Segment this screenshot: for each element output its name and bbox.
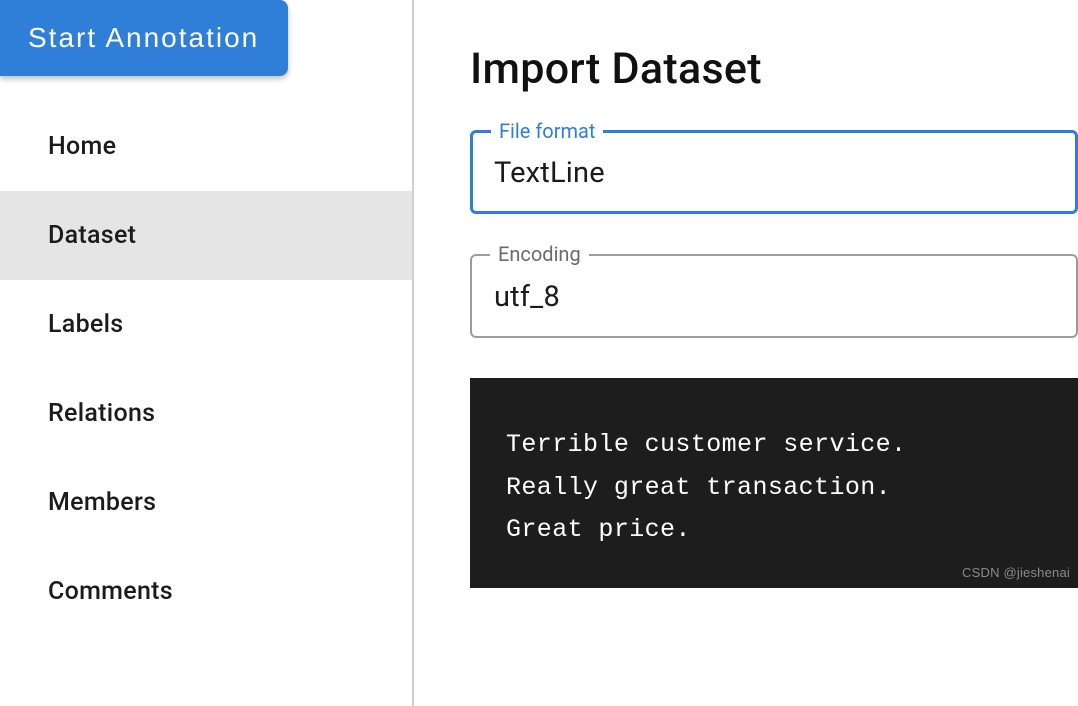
encoding-value: utf_8: [494, 280, 1054, 314]
nav-item-members[interactable]: Members: [0, 458, 412, 547]
nav-item-comments[interactable]: Comments: [0, 547, 412, 636]
nav-item-dataset[interactable]: Dataset: [0, 191, 412, 280]
file-format-label: File format: [491, 119, 603, 143]
encoding-label: Encoding: [490, 242, 589, 266]
main-content: Import Dataset File format TextLine Enco…: [414, 0, 1078, 706]
page-title: Import Dataset: [470, 44, 1078, 94]
nav-item-labels[interactable]: Labels: [0, 280, 412, 369]
sample-preview-text: Terrible customer service. Really great …: [506, 430, 906, 544]
file-format-select[interactable]: File format TextLine: [470, 130, 1078, 214]
nav-item-relations[interactable]: Relations: [0, 369, 412, 458]
sidebar: Start Annotation Home Dataset Labels Rel…: [0, 0, 414, 706]
watermark: CSDN @jieshenai: [962, 562, 1070, 584]
encoding-select[interactable]: Encoding utf_8: [470, 254, 1078, 338]
sample-preview: Terrible customer service. Really great …: [470, 378, 1078, 588]
file-format-value: TextLine: [494, 156, 1054, 190]
nav-item-home[interactable]: Home: [0, 102, 412, 191]
start-annotation-button[interactable]: Start Annotation: [0, 0, 288, 76]
nav-list: Home Dataset Labels Relations Members Co…: [0, 102, 412, 636]
